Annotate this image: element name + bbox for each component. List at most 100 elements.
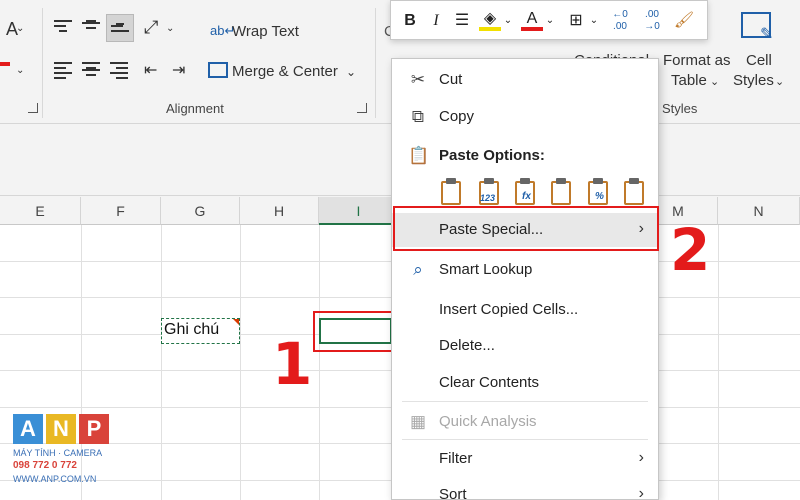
- chevron-down-icon[interactable]: ⌄: [589, 9, 599, 33]
- fill-color-icon[interactable]: ◈: [479, 9, 501, 31]
- scissors-icon: ✂: [410, 70, 426, 89]
- borders-icon[interactable]: ⊞: [565, 9, 587, 33]
- menu-item-cut[interactable]: ✂ Cut: [392, 63, 658, 97]
- paste-tag: fx: [522, 191, 531, 202]
- copy-icon: ⧉: [411, 107, 425, 126]
- merge-center-icon[interactable]: [208, 62, 228, 78]
- menu-label-cut: Cut: [439, 71, 463, 88]
- paste-option-values[interactable]: 123: [476, 177, 504, 207]
- anp-logo: A N P MÁY TÍNH · CAMERA 098 772 0 772 WW…: [13, 414, 109, 486]
- align-center-icon[interactable]: [82, 62, 100, 76]
- merge-center-button[interactable]: Merge & Center: [232, 63, 338, 80]
- menu-label-smart-lookup: Smart Lookup: [439, 261, 533, 278]
- paste-tag: %: [595, 191, 604, 202]
- menu-label-copy: Copy: [439, 108, 475, 125]
- column-header-h[interactable]: H: [240, 197, 319, 225]
- logo-letter-a: A: [13, 414, 43, 444]
- paste-option-transpose[interactable]: [548, 177, 576, 207]
- divider: [42, 8, 43, 118]
- menu-item-copy[interactable]: ⧉ Copy: [392, 100, 658, 134]
- format-painter-icon[interactable]: 🖌: [673, 9, 695, 33]
- menu-item-clear-contents[interactable]: Clear Contents: [392, 366, 658, 400]
- menu-item-delete[interactable]: Delete...: [392, 329, 658, 363]
- styles-group-label: Styles: [662, 101, 698, 116]
- menu-item-smart-lookup[interactable]: ⌕ Smart Lookup: [392, 253, 658, 287]
- paste-option-formulas[interactable]: fx: [512, 177, 540, 207]
- menu-label-filter: Filter: [439, 450, 473, 467]
- copied-cell-g[interactable]: Ghi chú: [161, 318, 240, 344]
- column-header-f[interactable]: F: [81, 197, 161, 225]
- mini-toolbar: B I ☰ ◈ ⌄ A ⌄ ⊞ ⌄ ←0.00 .00 →0 🖌: [390, 0, 708, 40]
- menu-item-sort[interactable]: Sort ›: [392, 478, 658, 500]
- menu-label-delete: Delete...: [439, 337, 495, 354]
- logo-tagline: MÁY TÍNH · CAMERA: [13, 448, 103, 458]
- menu-label-insert-copied-cells: Insert Copied Cells...: [439, 301, 579, 318]
- menu-divider: [402, 439, 648, 440]
- font-color-icon[interactable]: A: [521, 9, 543, 31]
- menu-item-quick-analysis: ▦ Quick Analysis: [392, 405, 658, 439]
- align-right-icon[interactable]: [110, 62, 128, 79]
- top-align-icon[interactable]: [54, 20, 72, 34]
- column-header-n[interactable]: N: [718, 197, 800, 225]
- col-gridline: [161, 225, 162, 500]
- bottom-align-icon[interactable]: [106, 14, 134, 42]
- alignment-group-label: Alignment: [166, 101, 224, 116]
- bold-button[interactable]: B: [401, 9, 419, 33]
- menu-label-sort: Sort: [439, 486, 467, 500]
- cell-styles-button-line2[interactable]: Styles: [733, 72, 774, 89]
- align-left-icon[interactable]: [54, 62, 72, 79]
- chevron-down-icon[interactable]: ⌄: [346, 63, 356, 81]
- chevron-right-icon: ›: [638, 449, 644, 466]
- launcher-icon[interactable]: [28, 103, 38, 113]
- format-as-table-button-line2[interactable]: Table: [671, 72, 707, 89]
- comment-indicator-icon: [233, 319, 239, 325]
- step-number-2: 2: [670, 216, 711, 284]
- column-header-i[interactable]: I: [319, 197, 399, 225]
- clipboard-icon: 📋: [408, 146, 430, 165]
- paste-option-formatting[interactable]: %: [585, 177, 613, 207]
- column-header-g[interactable]: G: [161, 197, 240, 225]
- paste-option-link[interactable]: [621, 177, 649, 207]
- col-gridline: [240, 225, 241, 500]
- wrap-text-button[interactable]: Wrap Text: [232, 23, 299, 40]
- decrease-decimal-icon[interactable]: ←0.00: [607, 9, 633, 33]
- cell-styles-button[interactable]: Cell: [746, 52, 772, 69]
- chevron-right-icon: ›: [638, 485, 644, 500]
- menu-item-insert-copied-cells[interactable]: Insert Copied Cells...: [392, 293, 658, 327]
- menu-item-filter[interactable]: Filter ›: [392, 442, 658, 476]
- align-center-icon[interactable]: ☰: [451, 9, 473, 33]
- cell-text: Ghi chú: [164, 321, 220, 338]
- increase-decimal-icon[interactable]: .00 →0: [639, 9, 665, 33]
- decrease-indent-icon[interactable]: ⇤: [144, 62, 157, 80]
- chevron-down-icon[interactable]: ⌄: [775, 73, 784, 91]
- chevron-down-icon[interactable]: ⌄: [16, 62, 24, 80]
- orientation-icon[interactable]: ⤢: [144, 18, 158, 36]
- menu-label-clear-contents: Clear Contents: [439, 374, 540, 391]
- menu-label-quick-analysis: Quick Analysis: [439, 413, 537, 430]
- italic-button[interactable]: I: [427, 9, 445, 33]
- paste-tag: 123: [480, 193, 496, 203]
- column-header-e[interactable]: E: [0, 197, 81, 225]
- increase-indent-icon[interactable]: ⇥: [172, 62, 185, 80]
- font-color-bar-icon[interactable]: [0, 62, 10, 66]
- chevron-down-icon[interactable]: ⌄: [710, 73, 719, 91]
- search-icon: ⌕: [413, 260, 423, 279]
- col-gridline: [718, 225, 719, 500]
- divider: [375, 8, 376, 118]
- paste-options-label: Paste Options:: [439, 147, 545, 164]
- col-gridline: [319, 225, 320, 500]
- step-number-1: 1: [272, 330, 313, 398]
- logo-letter-n: N: [46, 414, 76, 444]
- middle-align-icon[interactable]: [82, 20, 100, 34]
- chevron-down-icon[interactable]: ⌄: [16, 20, 24, 38]
- launcher-icon[interactable]: [357, 103, 367, 113]
- chevron-down-icon[interactable]: ⌄: [545, 9, 555, 33]
- format-as-table-button[interactable]: Format as: [663, 52, 731, 69]
- chevron-down-icon[interactable]: ⌄: [503, 9, 513, 33]
- context-menu: ✂ Cut ⧉ Copy 📋 Paste Options: 123 fx % P…: [391, 58, 659, 500]
- brush-icon: ✎: [760, 26, 774, 43]
- chevron-down-icon[interactable]: ⌄: [166, 20, 174, 38]
- paste-option-paste[interactable]: [438, 177, 466, 207]
- logo-website: WWW.ANP.COM.VN: [13, 474, 97, 484]
- quick-analysis-icon: ▦: [409, 412, 427, 431]
